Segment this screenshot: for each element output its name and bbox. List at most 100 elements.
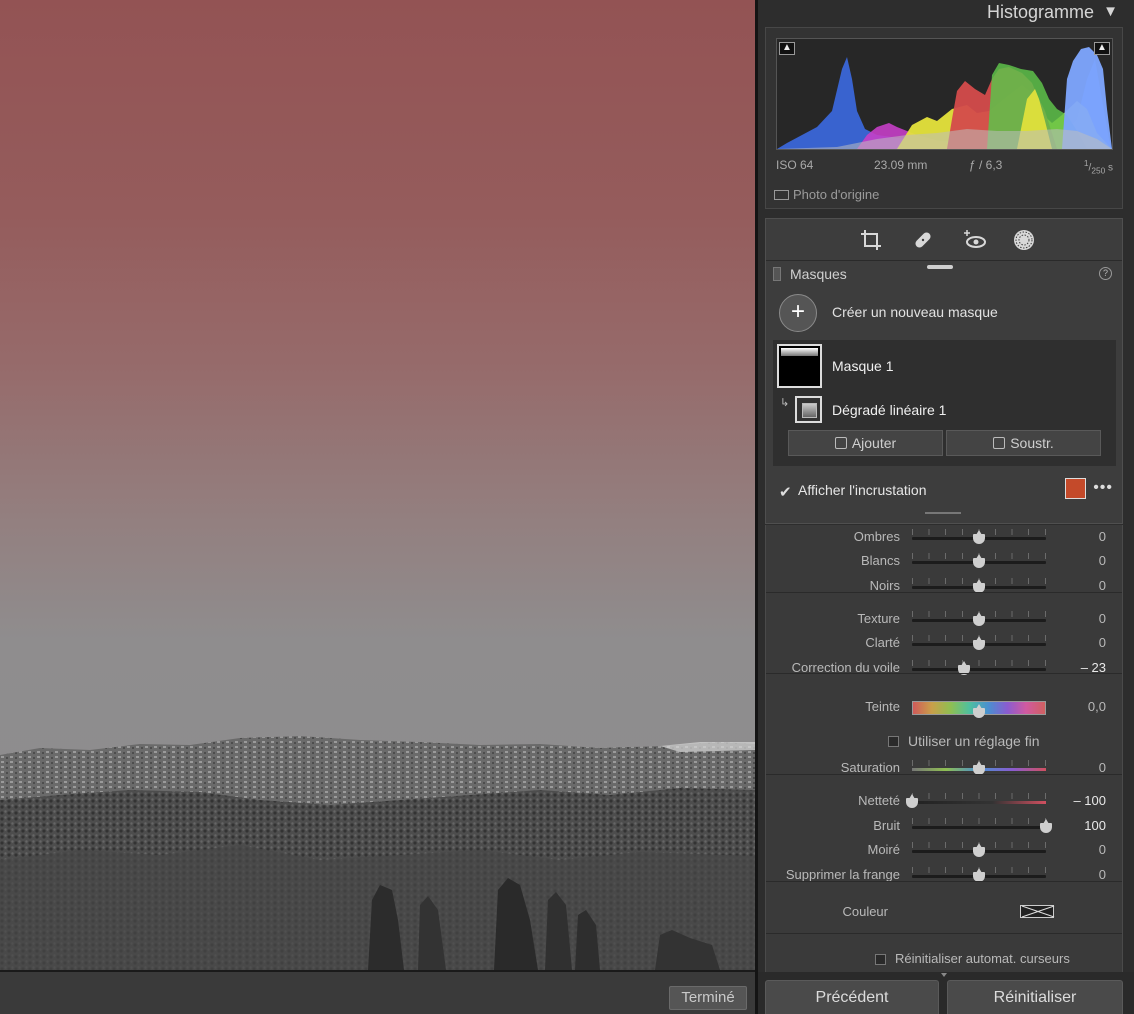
slider-thumb[interactable]	[973, 612, 985, 626]
mask-thumbnail[interactable]	[777, 344, 822, 388]
slider-row-texture[interactable]: Texture 0	[766, 608, 1122, 630]
mask-label[interactable]: Masque 1	[832, 358, 893, 374]
slider-thumb[interactable]	[973, 704, 985, 718]
slider-label: Teinte	[865, 699, 900, 714]
slider-thumb[interactable]	[973, 843, 985, 857]
slider-track[interactable]	[912, 801, 1046, 804]
red-eye-icon[interactable]	[963, 228, 987, 252]
highlight-clipping-indicator[interactable]: ▲	[1094, 42, 1110, 55]
gradient-label[interactable]: Dégradé linéaire 1	[832, 402, 946, 418]
slider-ticks	[912, 793, 1046, 799]
add-label: Ajouter	[851, 435, 897, 451]
slider-value[interactable]: 0	[1099, 553, 1106, 568]
slider-track[interactable]	[912, 668, 1046, 671]
slider-row-teinte[interactable]: Teinte 0,0	[766, 696, 1122, 718]
slider-value[interactable]: 0	[1099, 635, 1106, 650]
slider-row-nettete[interactable]: Netteté – 100	[766, 790, 1122, 812]
masking-icon[interactable]	[1012, 228, 1036, 252]
subtract-mask-button[interactable]: Soustr.	[946, 430, 1101, 456]
subtract-icon	[993, 437, 1006, 449]
slider-thumb[interactable]	[1040, 819, 1052, 833]
histogram-header[interactable]: Histogramme ▼	[758, 0, 1134, 26]
healing-icon[interactable]	[911, 228, 935, 252]
slider-thumb[interactable]	[973, 636, 985, 650]
overlay-color-swatch[interactable]	[1065, 478, 1086, 499]
create-mask-button[interactable]: +	[779, 294, 817, 332]
slider-row-supprimer-la-frange[interactable]: Supprimer la frange 0	[766, 864, 1122, 886]
nav-bar: Précédent Réinitialiser	[758, 972, 1134, 1014]
separator	[766, 673, 1122, 674]
color-label: Couleur	[842, 904, 888, 919]
mask-panel: Masques ? + Créer un nouveau masque Masq…	[765, 218, 1123, 524]
landscape-image	[0, 736, 755, 970]
tool-strip	[766, 219, 1122, 261]
slider-label: Noirs	[869, 578, 900, 593]
original-photo-label: Photo d'origine	[793, 187, 880, 202]
develop-panel: Histogramme ▼ ▲ ▲ ISO 64 23.09 mm ƒ / 6,…	[758, 0, 1134, 1014]
slider-row-bruit[interactable]: Bruit 100	[766, 815, 1122, 837]
slider-label: Supprimer la frange	[785, 867, 900, 882]
histogram-graph[interactable]: ▲ ▲	[776, 38, 1113, 150]
gradient-thumbnail[interactable]	[795, 396, 822, 423]
child-arrow-icon: ↳	[780, 397, 790, 409]
aperture-value: ƒ / 6,3	[969, 158, 1003, 172]
mask-list: Masque 1 ↳ Dégradé linéaire 1 Ajouter So…	[773, 340, 1116, 466]
previous-button[interactable]: Précédent	[765, 980, 939, 1014]
slider-label: Moiré	[867, 842, 900, 857]
slider-thumb[interactable]	[973, 554, 985, 568]
original-photo-checkbox[interactable]	[774, 190, 789, 200]
overlay-label[interactable]: Afficher l'incrustation	[798, 482, 926, 498]
slider-row-noirs[interactable]: Noirs 0	[766, 575, 1122, 597]
separator	[766, 881, 1122, 882]
separator	[766, 592, 1122, 593]
slider-value[interactable]: 0	[1099, 529, 1106, 544]
reset-sliders-checkbox[interactable]	[875, 954, 886, 965]
slider-thumb[interactable]	[973, 530, 985, 544]
adjustments-panel: Ombres 0 Blancs 0 Noirs 0 Texture 0 Clarté 0 Corre…	[765, 525, 1123, 972]
crop-icon[interactable]	[859, 228, 883, 252]
slider-row-moire[interactable]: Moiré 0	[766, 839, 1122, 861]
separator	[766, 933, 1122, 934]
color-picker-swatch[interactable]	[1020, 905, 1054, 918]
masks-header[interactable]: Masques ?	[766, 262, 1122, 286]
slider-track[interactable]	[912, 826, 1046, 829]
subtract-label: Soustr.	[1010, 435, 1054, 451]
shadow-clipping-indicator[interactable]: ▲	[779, 42, 795, 55]
masks-toggle-switch[interactable]	[773, 267, 781, 281]
slider-value[interactable]: – 100	[1073, 793, 1106, 808]
slider-value[interactable]: 100	[1084, 818, 1106, 833]
fine-adjust-checkbox[interactable]	[888, 736, 899, 747]
slider-value[interactable]: 0,0	[1088, 699, 1106, 714]
slider-value[interactable]: 0	[1099, 611, 1106, 626]
histogram-curves	[777, 47, 1112, 149]
slider-value[interactable]: 0	[1099, 760, 1106, 775]
reset-sliders-row[interactable]: Réinitialiser automat. curseurs	[766, 949, 1122, 971]
slider-row-clarte[interactable]: Clarté 0	[766, 632, 1122, 654]
panel-grip-bottom[interactable]	[925, 512, 961, 514]
slider-thumb[interactable]	[906, 794, 918, 808]
done-button[interactable]: Terminé	[669, 986, 747, 1010]
more-options-icon[interactable]: •••	[1093, 479, 1113, 497]
fine-adjust-row[interactable]: Utiliser un réglage fin	[766, 731, 1122, 753]
collapse-triangle-icon[interactable]: ▼	[1103, 3, 1118, 20]
slider-row-saturation[interactable]: Saturation 0	[766, 757, 1122, 779]
slider-label: Blancs	[860, 553, 900, 568]
slider-value[interactable]: 0	[1099, 842, 1106, 857]
slider-value[interactable]: 0	[1099, 578, 1106, 593]
original-photo-toggle[interactable]: Photo d'origine	[774, 187, 879, 202]
slider-label: Clarté	[865, 635, 900, 650]
slider-row-blancs[interactable]: Blancs 0	[766, 550, 1122, 572]
fine-adjust-label: Utiliser un réglage fin	[908, 733, 1040, 749]
reset-button[interactable]: Réinitialiser	[947, 980, 1123, 1014]
slider-ticks	[912, 818, 1046, 824]
create-mask-label[interactable]: Créer un nouveau masque	[832, 304, 998, 320]
help-icon[interactable]: ?	[1099, 267, 1112, 280]
overlay-checkbox[interactable]: ✔	[779, 483, 792, 501]
reset-sliders-label: Réinitialiser automat. curseurs	[895, 951, 1070, 966]
add-mask-button[interactable]: Ajouter	[788, 430, 943, 456]
slider-value[interactable]: 0	[1099, 867, 1106, 882]
photo-preview[interactable]	[0, 0, 755, 970]
slider-row-correction-du-voile[interactable]: Correction du voile – 23	[766, 657, 1122, 679]
slider-row-ombres[interactable]: Ombres 0	[766, 526, 1122, 548]
histogram-title: Histogramme	[986, 2, 1094, 22]
